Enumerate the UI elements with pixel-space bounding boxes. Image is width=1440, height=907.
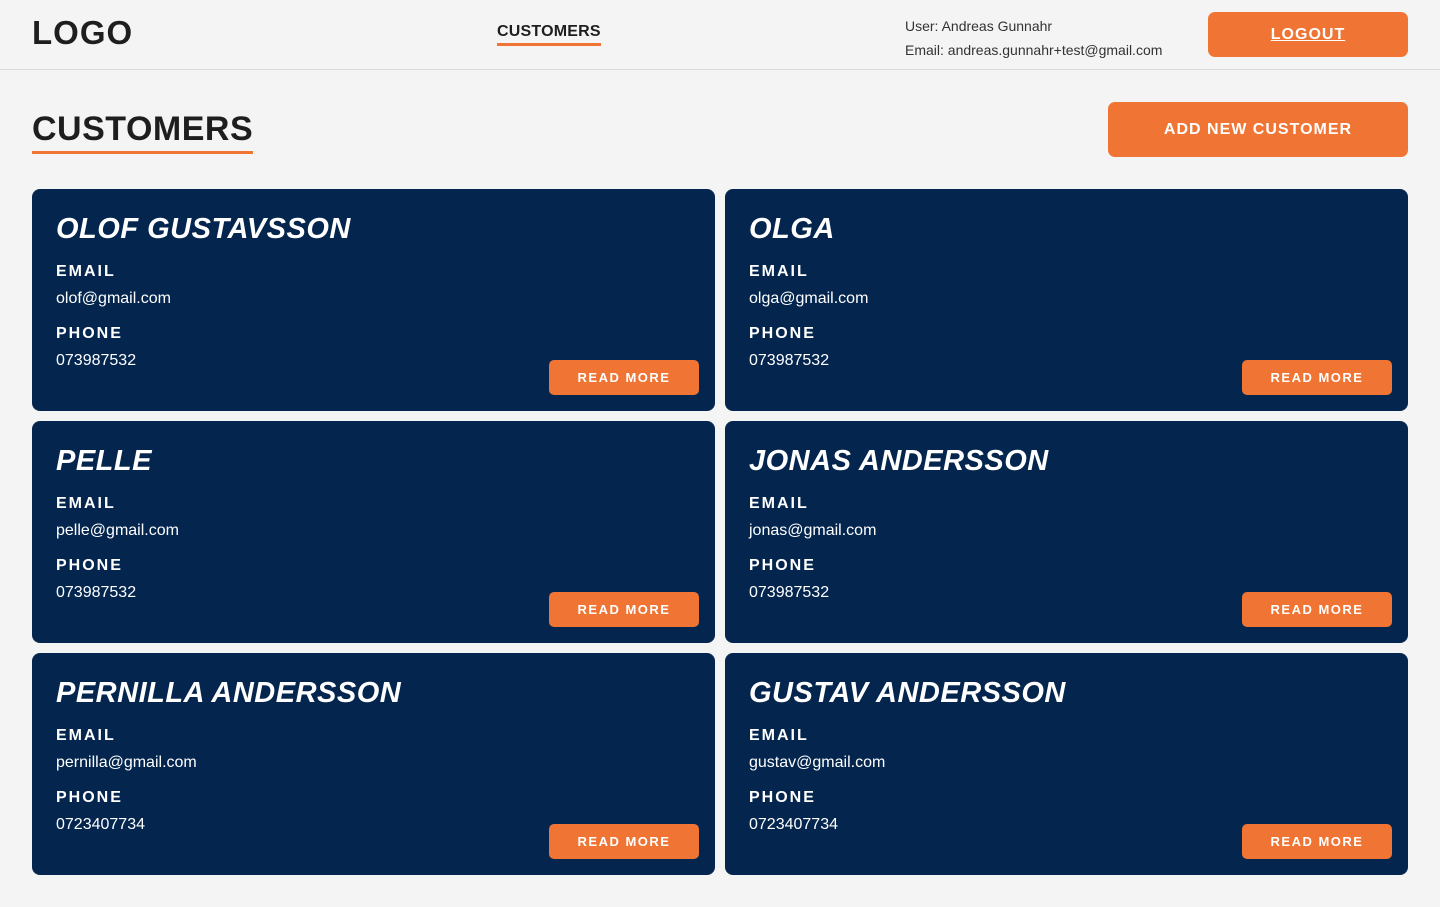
customer-email: olof@gmail.com [56, 290, 171, 307]
customer-email: olga@gmail.com [749, 290, 869, 307]
customer-name: OLOF GUSTAVSSON [56, 213, 351, 245]
nav-link-customers[interactable]: CUSTOMERS [497, 23, 601, 46]
read-more-button[interactable]: READ MORE [1242, 824, 1392, 859]
phone-label: PHONE [749, 557, 816, 574]
customer-phone: 0723407734 [749, 816, 838, 833]
customer-name: GUSTAV ANDERSSON [749, 677, 1066, 709]
customer-card: JONAS ANDERSSON EMAIL jonas@gmail.com PH… [725, 421, 1408, 643]
customer-card: OLOF GUSTAVSSON EMAIL olof@gmail.com PHO… [32, 189, 715, 411]
read-more-button[interactable]: READ MORE [549, 824, 699, 859]
top-header: LOGO CUSTOMERS User: Andreas Gunnahr Ema… [0, 0, 1440, 70]
user-info: User: Andreas Gunnahr Email: andreas.gun… [905, 14, 1162, 62]
email-label: EMAIL [56, 727, 116, 744]
user-name-text: User: Andreas Gunnahr [905, 18, 1053, 34]
phone-label: PHONE [56, 325, 123, 342]
phone-label: PHONE [56, 557, 123, 574]
email-label: EMAIL [56, 263, 116, 280]
email-label: EMAIL [749, 495, 809, 512]
email-label: EMAIL [749, 727, 809, 744]
logout-button[interactable]: LOGOUT [1208, 12, 1408, 57]
phone-label: PHONE [56, 789, 123, 806]
customer-grid: OLOF GUSTAVSSON EMAIL olof@gmail.com PHO… [32, 189, 1408, 875]
user-email-text: Email: andreas.gunnahr+test@gmail.com [905, 42, 1163, 58]
customer-email: gustav@gmail.com [749, 754, 886, 771]
customer-phone: 073987532 [56, 352, 137, 369]
customer-phone: 073987532 [56, 584, 137, 601]
customer-card: PELLE EMAIL pelle@gmail.com PHONE 073987… [32, 421, 715, 643]
logo[interactable]: LOGO [32, 14, 133, 52]
customer-phone: 0723407734 [56, 816, 145, 833]
phone-label: PHONE [749, 789, 816, 806]
read-more-button[interactable]: READ MORE [549, 592, 699, 627]
customer-phone: 073987532 [749, 584, 830, 601]
customer-card: GUSTAV ANDERSSON EMAIL gustav@gmail.com … [725, 653, 1408, 875]
add-new-customer-button[interactable]: ADD NEW CUSTOMER [1108, 102, 1408, 157]
read-more-button[interactable]: READ MORE [549, 360, 699, 395]
customer-name: PERNILLA ANDERSSON [56, 677, 402, 709]
customer-card: PERNILLA ANDERSSON EMAIL pernilla@gmail.… [32, 653, 715, 875]
customer-name: OLGA [749, 213, 835, 245]
read-more-button[interactable]: READ MORE [1242, 360, 1392, 395]
email-label: EMAIL [56, 495, 116, 512]
customer-email: pernilla@gmail.com [56, 754, 197, 771]
read-more-button[interactable]: READ MORE [1242, 592, 1392, 627]
phone-label: PHONE [749, 325, 816, 342]
customer-name: JONAS ANDERSSON [749, 445, 1049, 477]
customer-email: pelle@gmail.com [56, 522, 179, 539]
customer-name: PELLE [56, 445, 152, 477]
page-title: CUSTOMERS [32, 110, 254, 154]
customer-email: jonas@gmail.com [749, 522, 877, 539]
customer-card: OLGA EMAIL olga@gmail.com PHONE 07398753… [725, 189, 1408, 411]
email-label: EMAIL [749, 263, 809, 280]
customer-phone: 073987532 [749, 352, 830, 369]
page-title-row: CUSTOMERS ADD NEW CUSTOMER [0, 70, 1440, 189]
